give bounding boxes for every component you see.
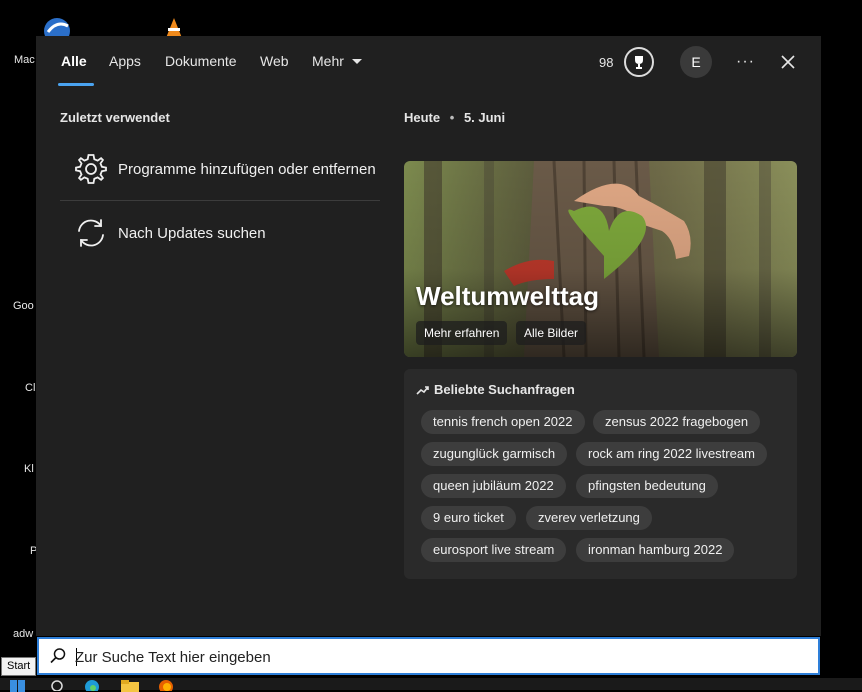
trending-chip[interactable]: ironman hamburg 2022 — [576, 538, 735, 562]
tab-bar: Alle Apps Dokumente Web Mehr 98 E ··· — [36, 36, 821, 88]
close-icon — [781, 55, 795, 69]
app-shortcut-icon[interactable] — [42, 16, 72, 38]
recent-item-label: Nach Updates suchen — [118, 224, 266, 242]
learn-more-button[interactable]: Mehr erfahren — [416, 321, 508, 345]
trending-icon — [416, 385, 429, 395]
divider — [60, 200, 380, 201]
search-input[interactable] — [75, 647, 775, 667]
date-separator: • — [449, 110, 455, 125]
trending-chip[interactable]: zugunglück garmisch — [421, 442, 568, 466]
trending-chip[interactable]: 9 euro ticket — [421, 506, 516, 530]
search-icon — [50, 648, 66, 664]
rewards-button[interactable] — [624, 36, 654, 88]
start-tooltip: Start — [1, 657, 37, 676]
hero-title: Weltumwelttag — [416, 281, 599, 311]
trending-chip[interactable]: zensus 2022 fragebogen — [593, 410, 761, 434]
today-date: 5. Juni — [463, 110, 506, 125]
vlc-icon[interactable] — [162, 16, 186, 38]
rewards-points: 98 — [599, 54, 614, 70]
popular-searches-title: Beliebte Suchanfragen — [416, 382, 575, 397]
trending-chip[interactable]: pfingsten bedeutung — [576, 474, 718, 498]
recent-item-check-updates[interactable]: Nach Updates suchen — [74, 209, 384, 257]
close-button[interactable] — [779, 36, 797, 88]
popular-searches-label: Beliebte Suchanfragen — [434, 382, 575, 397]
gear-icon — [75, 154, 107, 184]
trending-chip[interactable]: tennis french open 2022 — [421, 410, 585, 434]
popular-searches-card: Beliebte Suchanfragen tennis french open… — [404, 369, 797, 579]
trending-chip[interactable]: eurosport live stream — [421, 538, 567, 562]
desktop-label[interactable]: Kl — [24, 463, 34, 475]
tab-web[interactable]: Web — [260, 53, 289, 69]
desktop-label[interactable]: Cl — [25, 382, 35, 394]
tab-documents[interactable]: Dokumente — [165, 53, 237, 69]
all-images-button[interactable]: Alle Bilder — [516, 321, 587, 345]
edge-browser-icon[interactable] — [84, 679, 100, 691]
desktop-label[interactable]: Goo — [13, 300, 34, 312]
today-label: Heute — [404, 110, 441, 125]
ellipsis-icon: ··· — [736, 53, 755, 70]
tab-more[interactable]: Mehr — [312, 53, 362, 69]
sync-icon — [78, 219, 104, 247]
more-options-button[interactable]: ··· — [736, 36, 755, 88]
account-button[interactable]: E — [680, 36, 712, 88]
tab-apps[interactable]: Apps — [109, 53, 141, 69]
taskbar — [0, 678, 862, 692]
trending-chip[interactable]: zverev verletzung — [526, 506, 652, 530]
tab-all[interactable]: Alle — [61, 53, 87, 69]
recent-title: Zuletzt verwendet — [60, 110, 170, 125]
today-header: Heute • 5. Juni — [404, 110, 505, 125]
trending-chip[interactable]: rock am ring 2022 livestream — [576, 442, 767, 466]
search-icon[interactable] — [50, 679, 64, 691]
file-explorer-icon[interactable] — [121, 680, 139, 692]
recent-item-add-remove-programs[interactable]: Programme hinzufügen oder entfernen — [74, 145, 384, 193]
search-panel: Alle Apps Dokumente Web Mehr 98 E ··· Zu… — [36, 36, 821, 636]
recent-item-label: Programme hinzufügen oder entfernen — [118, 160, 376, 178]
desktop-label[interactable]: adw — [13, 628, 33, 640]
trending-chip[interactable]: queen jubiläum 2022 — [421, 474, 566, 498]
firefox-icon[interactable] — [158, 679, 174, 691]
tab-more-label: Mehr — [312, 53, 344, 69]
hero-card[interactable]: Weltumwelttag Mehr erfahren Alle Bilder — [404, 161, 797, 357]
active-tab-indicator — [58, 83, 94, 86]
avatar: E — [680, 46, 712, 78]
taskbar-search-box[interactable] — [37, 637, 820, 675]
trophy-icon — [624, 47, 654, 77]
desktop-label[interactable]: Mac — [14, 54, 35, 66]
chevron-down-icon — [351, 58, 362, 64]
windows-start-icon[interactable] — [10, 680, 26, 692]
